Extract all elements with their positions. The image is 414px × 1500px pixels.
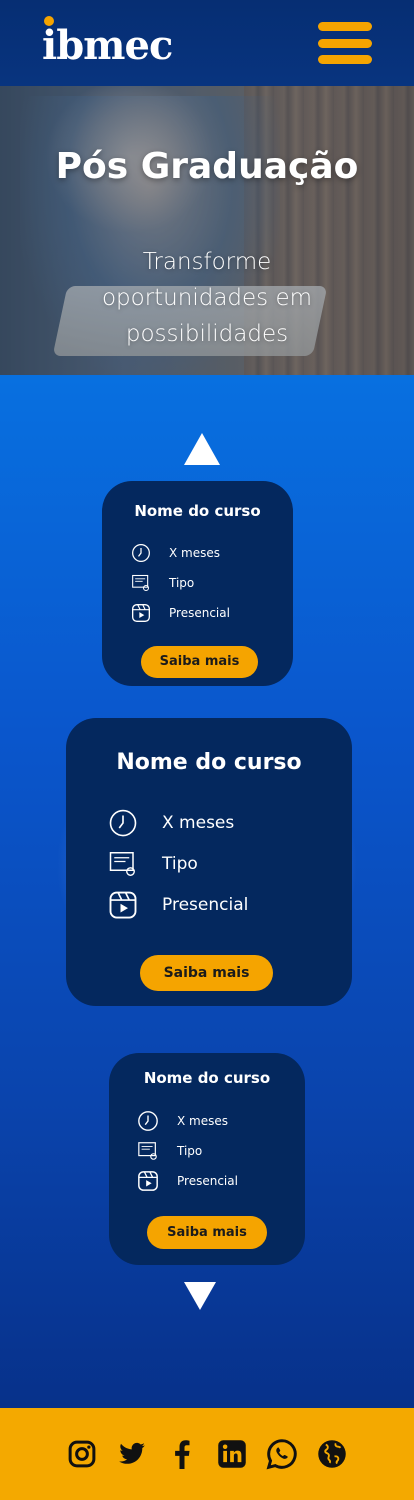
course-title: Nome do curso — [116, 750, 302, 775]
certificate-icon — [108, 849, 138, 879]
course-type-label: Tipo — [169, 576, 195, 590]
course-card-active: Nome do curso X meses Tipo Presencial Sa… — [66, 718, 352, 1006]
certificate-icon — [137, 1140, 159, 1162]
facebook-icon[interactable] — [164, 1436, 200, 1472]
certificate-icon — [131, 573, 151, 593]
course-title: Nome do curso — [134, 502, 261, 520]
play-icon — [108, 890, 138, 920]
saiba-mais-button[interactable]: Saiba mais — [141, 646, 258, 678]
hamburger-menu-icon[interactable] — [318, 22, 372, 64]
menu-bar — [318, 22, 372, 31]
courses-carousel: Nome do curso X meses Tipo Presencial Sa… — [0, 375, 414, 1408]
course-card: Nome do curso X meses Tipo Presencial Sa… — [109, 1053, 305, 1265]
course-mode-label: Presencial — [162, 895, 249, 915]
course-type: Tipo — [108, 849, 198, 879]
course-mode: Presencial — [131, 603, 230, 623]
hero-banner: Pós Graduação Transforme oportunidades e… — [0, 86, 414, 375]
instagram-icon[interactable] — [64, 1436, 100, 1472]
clock-icon — [131, 543, 151, 563]
course-title: Nome do curso — [143, 1069, 271, 1087]
whatsapp-icon[interactable] — [264, 1436, 300, 1472]
top-header: ibmec — [0, 0, 414, 86]
logo-dot — [44, 16, 54, 26]
linkedin-icon[interactable] — [214, 1436, 250, 1472]
course-mode: Presencial — [108, 890, 248, 920]
course-type-label: Tipo — [177, 1144, 203, 1158]
course-duration: X meses — [108, 808, 234, 838]
twitter-icon[interactable] — [114, 1436, 150, 1472]
course-mode-label: Presencial — [169, 606, 230, 620]
social-footer — [0, 1408, 414, 1500]
course-type-label: Tipo — [162, 854, 198, 874]
course-type: Tipo — [131, 573, 194, 593]
menu-bar — [318, 55, 372, 64]
course-duration: X meses — [131, 543, 220, 563]
menu-bar — [318, 38, 372, 48]
course-type: Tipo — [137, 1140, 202, 1162]
course-duration-label: X meses — [169, 546, 220, 560]
play-icon — [137, 1170, 159, 1192]
hero-title: Pós Graduação — [55, 146, 359, 187]
logo-text: ibmec — [42, 22, 173, 69]
saiba-mais-button[interactable]: Saiba mais — [147, 1216, 267, 1249]
clock-icon — [137, 1110, 159, 1132]
course-duration-label: X meses — [162, 813, 235, 833]
course-duration: X meses — [137, 1110, 228, 1132]
play-icon — [131, 603, 151, 623]
course-mode: Presencial — [137, 1170, 238, 1192]
globe-icon[interactable] — [314, 1436, 350, 1472]
saiba-mais-button[interactable]: Saiba mais — [140, 955, 273, 991]
chevron-up-icon[interactable] — [184, 433, 220, 465]
course-card: Nome do curso X meses Tipo Presencial Sa… — [102, 481, 293, 686]
course-duration-label: X meses — [177, 1114, 228, 1128]
clock-icon — [108, 808, 138, 838]
chevron-down-icon[interactable] — [184, 1282, 216, 1310]
course-mode-label: Presencial — [177, 1174, 238, 1188]
hero-subtitle: Transforme oportunidades em possibilidad… — [101, 249, 313, 347]
ibmec-logo[interactable]: ibmec — [42, 16, 173, 66]
